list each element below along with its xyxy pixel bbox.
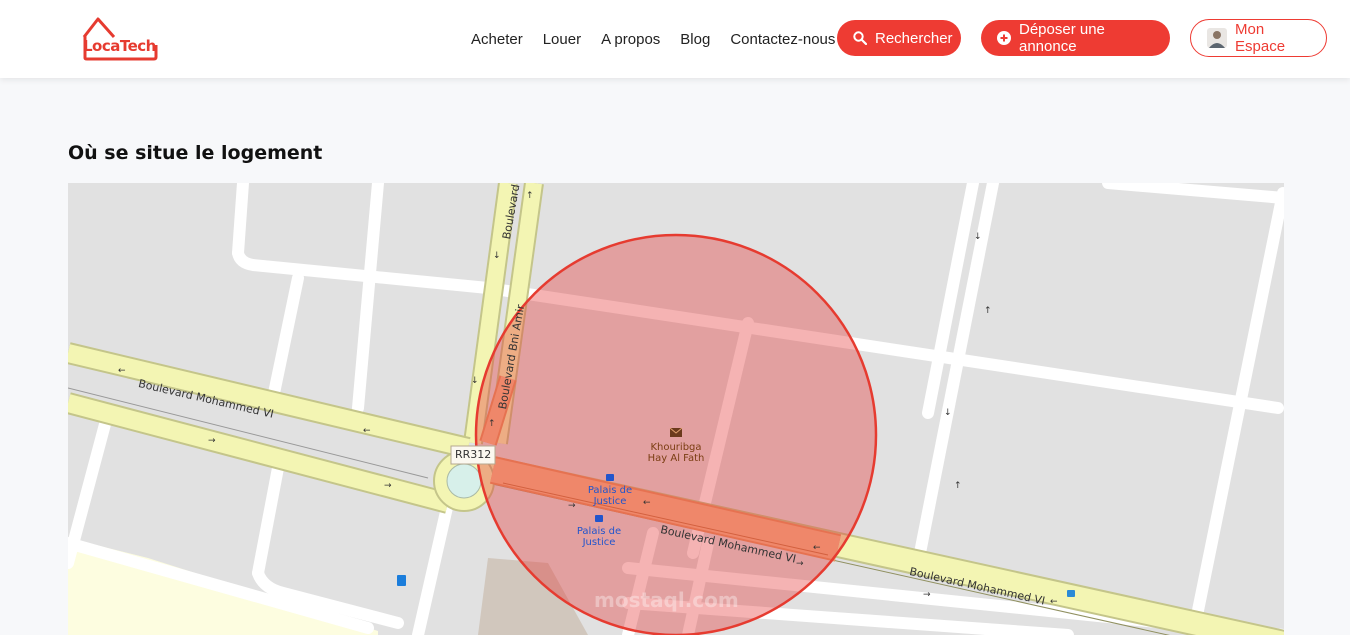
svg-text:↑: ↑ <box>954 481 962 491</box>
location-map[interactable]: ← ← → → ← ← → → → ← ↓ ↑ ↓ ↑ ↓ ↑ ↓ ↑ Boulevard Moh… <box>68 183 1284 635</box>
post-listing-label: Déposer une annonce <box>1019 21 1105 55</box>
svg-text:↑: ↑ <box>526 191 534 201</box>
svg-text:↑: ↑ <box>488 419 496 429</box>
nav-acheter[interactable]: Acheter <box>471 31 523 48</box>
route-label: RR312 <box>455 448 492 461</box>
watermark: mostaql.com <box>594 588 739 612</box>
svg-text:←: ← <box>363 426 371 436</box>
svg-text:←: ← <box>813 543 821 553</box>
post-listing-button[interactable]: Déposer une annonce <box>981 20 1170 56</box>
poi-label-post-office: Khouribga Hay Al Fath <box>647 442 705 464</box>
svg-text:→: → <box>384 481 392 491</box>
poi-label-bus-stop-2: Palais de Justice <box>576 526 622 548</box>
svg-text:→: → <box>208 436 216 446</box>
nav-louer[interactable]: Louer <box>543 31 581 48</box>
svg-text:←: ← <box>643 498 651 508</box>
svg-text:↓: ↓ <box>493 251 501 261</box>
svg-text:→: → <box>796 559 804 569</box>
nav-a-propos[interactable]: A propos <box>601 31 660 48</box>
svg-text:↑: ↑ <box>984 306 992 316</box>
svg-text:←: ← <box>118 366 126 376</box>
nav-contact[interactable]: Contactez-nous <box>730 31 835 48</box>
avatar <box>1207 28 1227 48</box>
search-button[interactable]: Rechercher <box>837 20 961 56</box>
search-button-label: Rechercher <box>875 29 953 47</box>
bus-stop-icon-3 <box>1067 590 1075 597</box>
svg-text:→: → <box>923 590 931 600</box>
svg-text:↓: ↓ <box>944 408 952 418</box>
account-button-label: Mon Espace <box>1235 21 1286 55</box>
site-header: LocaTech Acheter Louer A propos Blog Con… <box>0 0 1350 78</box>
account-button[interactable]: Mon Espace <box>1190 19 1327 57</box>
poi-label-bus-stop: Palais de Justice <box>587 485 633 507</box>
bus-stop-icon <box>606 474 614 481</box>
search-icon <box>853 31 867 45</box>
section-title: Où se situe le logement <box>68 142 323 164</box>
logo-text: LocaTech <box>83 37 156 55</box>
svg-text:→: → <box>568 501 576 511</box>
svg-text:←: ← <box>1050 597 1058 607</box>
fuel-station-icon <box>397 575 406 586</box>
main-nav: Acheter Louer A propos Blog Contactez-no… <box>471 0 855 78</box>
svg-text:↓: ↓ <box>974 232 982 242</box>
bus-stop-icon-2 <box>595 515 603 522</box>
svg-text:↓: ↓ <box>471 376 479 386</box>
nav-blog[interactable]: Blog <box>680 31 710 48</box>
plus-circle-icon <box>997 31 1011 45</box>
